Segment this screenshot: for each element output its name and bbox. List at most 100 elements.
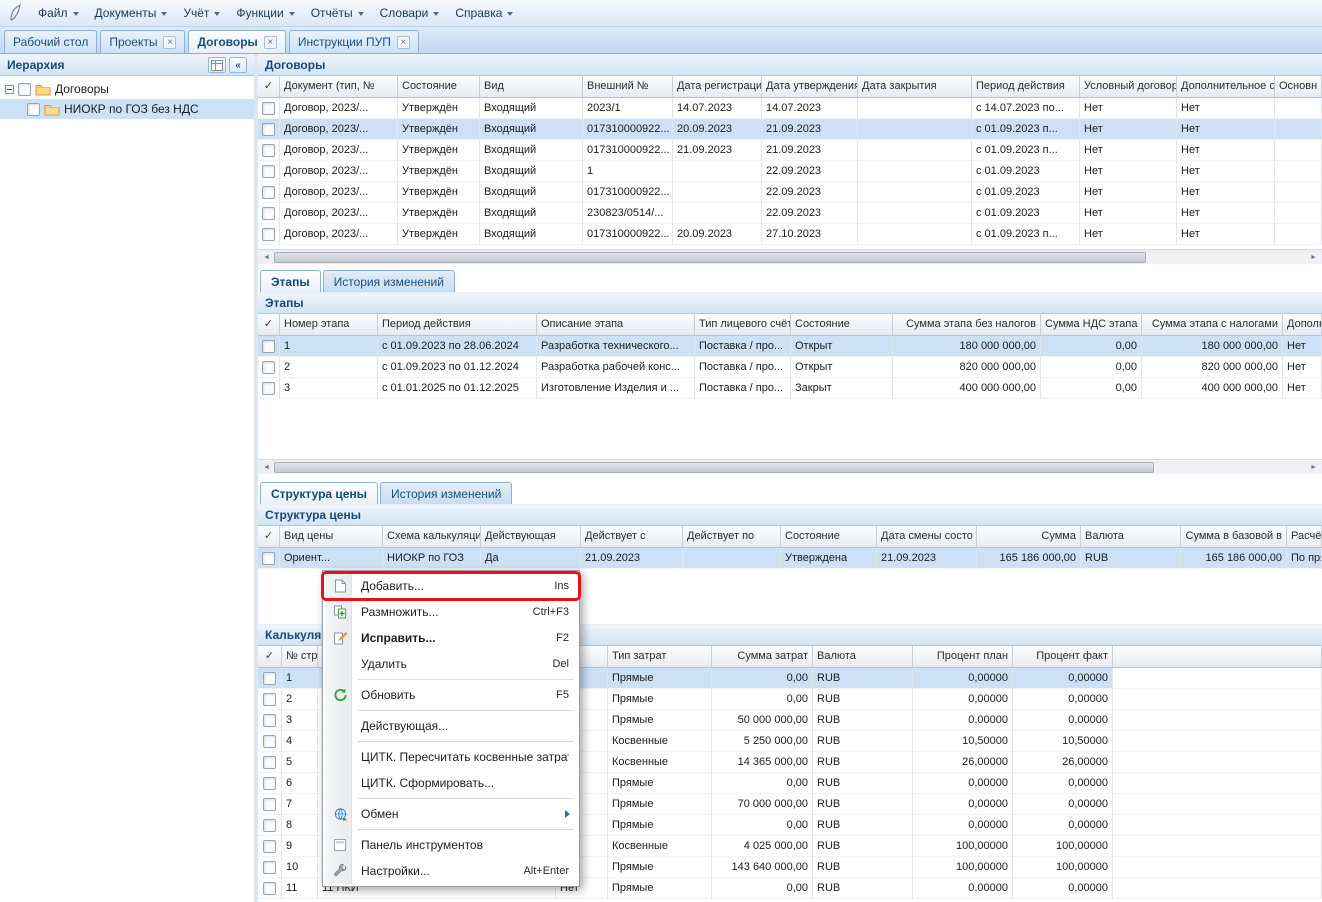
column-header[interactable]: Дата смены состо bbox=[877, 526, 977, 547]
context-menu-item-3[interactable]: УдалитьDel bbox=[325, 651, 577, 677]
tab-price-structure[interactable]: Структура цены bbox=[260, 482, 378, 504]
table-row[interactable]: Договор, 2023/...УтверждёнВходящий2023/1… bbox=[258, 98, 1322, 119]
column-header[interactable]: Условный договор bbox=[1080, 76, 1177, 97]
tab-stages[interactable]: Этапы bbox=[260, 270, 321, 292]
column-header[interactable]: ✓ bbox=[258, 314, 280, 335]
table-row[interactable]: 1с 01.09.2023 по 28.06.2024Разработка те… bbox=[258, 336, 1322, 357]
row-checkbox[interactable] bbox=[263, 672, 276, 685]
context-menu-item-2[interactable]: Исправить...F2 bbox=[325, 625, 577, 651]
context-menu-item-7[interactable]: Действующая... bbox=[325, 713, 577, 739]
view-config-icon[interactable] bbox=[208, 57, 226, 73]
collapse-node-icon[interactable] bbox=[5, 85, 14, 94]
row-checkbox[interactable] bbox=[263, 798, 276, 811]
row-checkbox[interactable] bbox=[263, 735, 276, 748]
column-header[interactable]: Валюта bbox=[1081, 526, 1181, 547]
column-header[interactable]: Состояние bbox=[791, 314, 893, 335]
tab-stages-history[interactable]: История изменений bbox=[323, 270, 455, 292]
row-checkbox[interactable] bbox=[262, 123, 275, 136]
column-header[interactable]: Период действия bbox=[972, 76, 1080, 97]
table-row[interactable]: 3с 01.01.2025 по 01.12.2025Изготовление … bbox=[258, 378, 1322, 399]
column-header[interactable]: Валюта bbox=[813, 646, 913, 667]
column-header[interactable]: Документ (тип, № bbox=[280, 76, 398, 97]
row-checkbox[interactable] bbox=[263, 714, 276, 727]
column-header[interactable]: Сумма затрат bbox=[712, 646, 813, 667]
context-menu-item-15[interactable]: Настройки...Alt+Enter bbox=[325, 858, 577, 884]
column-header[interactable]: ✓ bbox=[258, 526, 280, 547]
column-header[interactable]: Номер этапа bbox=[280, 314, 378, 335]
column-header[interactable]: Действует с bbox=[581, 526, 683, 547]
node-checkbox[interactable] bbox=[18, 83, 31, 96]
row-checkbox[interactable] bbox=[262, 552, 275, 565]
scroll-right-icon[interactable]: ► bbox=[1306, 251, 1321, 264]
menubar-item-6[interactable]: Справка bbox=[447, 2, 521, 24]
column-header[interactable]: Действующая bbox=[481, 526, 581, 547]
context-menu-item-10[interactable]: ЦИТК. Сформировать... bbox=[325, 770, 577, 796]
column-header[interactable]: № стр... bbox=[282, 646, 318, 667]
menubar-item-0[interactable]: Файл bbox=[30, 2, 87, 24]
row-checkbox[interactable] bbox=[262, 382, 275, 395]
column-header[interactable]: Дата закрытия bbox=[858, 76, 972, 97]
column-header[interactable] bbox=[1113, 646, 1322, 667]
column-header[interactable]: Тип затрат bbox=[608, 646, 712, 667]
column-header[interactable]: ✓ bbox=[258, 76, 280, 97]
column-header[interactable]: Основн bbox=[1275, 76, 1322, 97]
row-checkbox[interactable] bbox=[262, 361, 275, 374]
column-header[interactable]: Внешний № bbox=[583, 76, 673, 97]
table-row[interactable]: 2с 01.09.2023 по 01.12.2024Разработка ра… bbox=[258, 357, 1322, 378]
row-checkbox[interactable] bbox=[262, 340, 275, 353]
column-header[interactable]: Состояние bbox=[398, 76, 480, 97]
column-header[interactable]: Сумма в базовой в bbox=[1181, 526, 1287, 547]
table-row[interactable]: Договор, 2023/...УтверждёнВходящий017310… bbox=[258, 140, 1322, 161]
scroll-left-icon[interactable]: ◄ bbox=[259, 251, 274, 264]
column-header[interactable]: Вид цены bbox=[280, 526, 383, 547]
row-checkbox[interactable] bbox=[263, 819, 276, 832]
menubar-item-2[interactable]: Учёт bbox=[175, 2, 228, 24]
row-checkbox[interactable] bbox=[263, 840, 276, 853]
column-header[interactable]: Дата утверждения bbox=[762, 76, 858, 97]
tab-close-icon[interactable]: × bbox=[264, 36, 277, 49]
document-tab-1[interactable]: Проекты× bbox=[100, 30, 185, 53]
row-checkbox[interactable] bbox=[262, 144, 275, 157]
row-checkbox[interactable] bbox=[262, 228, 275, 241]
menubar-item-1[interactable]: Документы bbox=[87, 2, 176, 24]
context-menu-item-9[interactable]: ЦИТК. Пересчитать косвенные затраты... bbox=[325, 744, 577, 770]
collapse-panel-icon[interactable]: « bbox=[229, 57, 247, 73]
row-checkbox[interactable] bbox=[262, 165, 275, 178]
tree-node-niokr[interactable]: НИОКР по ГОЗ без НДС bbox=[0, 99, 254, 119]
scrollbar-thumb[interactable] bbox=[274, 462, 1154, 473]
column-header[interactable]: Действует по bbox=[683, 526, 781, 547]
row-checkbox[interactable] bbox=[263, 882, 276, 895]
table-row[interactable]: Договор, 2023/...УтверждёнВходящий122.09… bbox=[258, 161, 1322, 182]
context-menu-item-12[interactable]: Обмен bbox=[325, 801, 577, 827]
column-header[interactable]: Дата регистрации bbox=[673, 76, 762, 97]
column-header[interactable]: ✓ bbox=[258, 646, 282, 667]
tab-price-history[interactable]: История изменений bbox=[380, 482, 512, 504]
tab-close-icon[interactable]: × bbox=[163, 36, 176, 49]
node-checkbox[interactable] bbox=[27, 103, 40, 116]
document-tab-0[interactable]: Рабочий стол bbox=[4, 30, 97, 53]
tree-node-contracts[interactable]: Договоры bbox=[0, 79, 254, 99]
table-row[interactable]: Договор, 2023/...УтверждёнВходящий017310… bbox=[258, 224, 1322, 245]
row-checkbox[interactable] bbox=[263, 756, 276, 769]
document-tab-3[interactable]: Инструкции ПУП× bbox=[289, 30, 419, 53]
row-checkbox[interactable] bbox=[263, 861, 276, 874]
menubar-item-4[interactable]: Отчёты bbox=[303, 2, 372, 24]
column-header[interactable]: Вид bbox=[480, 76, 583, 97]
column-header[interactable]: Тип лицевого счёт bbox=[695, 314, 791, 335]
column-header[interactable]: Схема калькуляци bbox=[383, 526, 481, 547]
column-header[interactable]: Дополнительное с bbox=[1177, 76, 1275, 97]
row-checkbox[interactable] bbox=[263, 777, 276, 790]
menubar-item-3[interactable]: Функции bbox=[228, 2, 302, 24]
contracts-horizontal-scrollbar[interactable]: ◄ ► bbox=[258, 249, 1322, 264]
row-checkbox[interactable] bbox=[263, 693, 276, 706]
table-row[interactable]: Договор, 2023/...УтверждёнВходящий017310… bbox=[258, 182, 1322, 203]
document-tab-2[interactable]: Договоры× bbox=[188, 30, 285, 53]
column-header[interactable]: Состояние bbox=[781, 526, 877, 547]
stages-horizontal-scrollbar[interactable]: ◄ ► bbox=[258, 459, 1322, 474]
column-header[interactable]: Процент факт bbox=[1013, 646, 1113, 667]
table-row[interactable]: Ориент...НИОКР по ГОЗДа21.09.2023Утвержд… bbox=[258, 548, 1322, 569]
menubar-item-5[interactable]: Словари bbox=[372, 2, 448, 24]
column-header[interactable]: Сумма этапа без налогов bbox=[893, 314, 1041, 335]
column-header[interactable]: Период действия bbox=[378, 314, 537, 335]
column-header[interactable]: Сумма НДС этапа bbox=[1041, 314, 1142, 335]
